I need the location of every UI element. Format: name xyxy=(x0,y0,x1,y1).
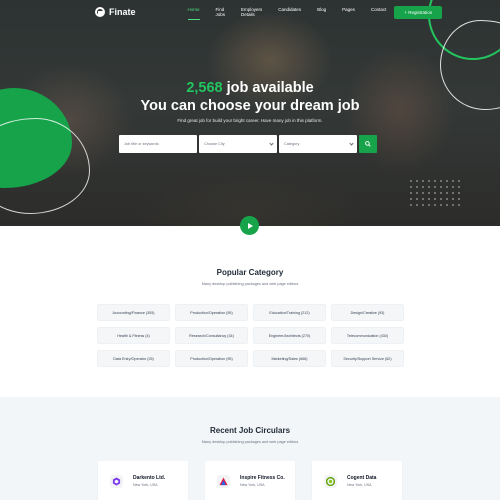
job-card[interactable]: Darkento Ltd. New York, USA xyxy=(98,461,188,500)
category-item[interactable]: Research/Consultancy (34) xyxy=(175,327,248,344)
triangle-logo-icon xyxy=(219,477,228,486)
company-name: Inspire Fitness Co. xyxy=(240,475,285,481)
hero-title-line2: You can choose your dream job xyxy=(140,98,360,114)
category-item[interactable]: Engineer/Architects (270) xyxy=(253,327,326,344)
search-icon xyxy=(365,141,371,147)
chevron-down-icon xyxy=(349,141,354,146)
brand-logo[interactable]: Finate xyxy=(95,7,136,17)
company-location: New York, USA xyxy=(240,483,265,487)
top-navigation: Finate Home Find Jobs Employers Details … xyxy=(0,0,500,24)
nav-item-employers-details[interactable]: Employers Details xyxy=(233,7,270,17)
logo-icon xyxy=(95,7,105,17)
search-button[interactable] xyxy=(359,135,377,153)
category-item[interactable]: Education/Training (212) xyxy=(253,304,326,321)
main-menu: Home Find Jobs Employers Details Candida… xyxy=(180,7,395,20)
job-card[interactable]: Cogent Data New York, USA xyxy=(312,461,402,500)
job-search-bar: Job title or keywords Choose City Catego… xyxy=(119,135,381,153)
registration-button[interactable]: + Registration xyxy=(394,5,443,19)
city-select-label: Choose City xyxy=(204,142,225,146)
category-item[interactable]: Production/Operation (95) xyxy=(175,304,248,321)
hexagon-logo-icon xyxy=(112,477,121,486)
hero-title: 2,568 job available You can choose your … xyxy=(0,79,500,115)
category-item[interactable]: Marketing/Sales (666) xyxy=(253,350,326,367)
keyword-input[interactable]: Job title or keywords xyxy=(119,135,197,153)
category-item[interactable]: Production/Operation (95) xyxy=(175,350,248,367)
job-card[interactable]: Inspire Fitness Co. New York, USA xyxy=(205,461,295,500)
company-logo xyxy=(324,475,337,488)
category-select[interactable]: Category xyxy=(279,135,357,153)
category-item[interactable]: Security/Support Service (62) xyxy=(331,350,404,367)
recent-jobs-subtitle: Many desktop publishing packages and web… xyxy=(201,440,299,444)
chevron-down-icon xyxy=(269,141,274,146)
city-select[interactable]: Choose City xyxy=(199,135,277,153)
company-location: New York, USA xyxy=(133,483,158,487)
hero-section: Finate Home Find Jobs Employers Details … xyxy=(0,0,500,226)
play-video-button[interactable] xyxy=(240,216,259,235)
popular-category-title: Popular Category xyxy=(216,268,284,277)
company-logo xyxy=(110,475,123,488)
nav-item-contact[interactable]: Contact xyxy=(363,7,395,17)
category-select-label: Category xyxy=(284,142,300,146)
category-grid: Accounting/Finance (305) Production/Oper… xyxy=(97,304,404,367)
hero-subtitle: Find great job for build your bright car… xyxy=(177,118,323,123)
nav-item-home[interactable]: Home xyxy=(180,7,208,20)
popular-category-subtitle: Many desktop publishing packages and web… xyxy=(201,282,299,286)
nav-item-candidates[interactable]: Candidates xyxy=(270,7,309,17)
recent-jobs-title: Recent Job Circulars xyxy=(209,426,291,435)
category-item[interactable]: Accounting/Finance (305) xyxy=(97,304,170,321)
nav-item-pages[interactable]: Pages xyxy=(334,7,363,17)
category-item[interactable]: Design/Creative (93) xyxy=(331,304,404,321)
company-location: New York, USA xyxy=(347,483,372,487)
category-item[interactable]: Data Entry/Operator (25) xyxy=(97,350,170,367)
job-count: 2,568 xyxy=(186,80,223,96)
brand-name: Finate xyxy=(109,7,136,17)
hero-title-rest: job available xyxy=(226,80,314,96)
company-name: Darkento Ltd. xyxy=(133,475,166,481)
category-item[interactable]: Health & Fitness (4) xyxy=(97,327,170,344)
circle-logo-icon xyxy=(326,477,335,486)
dot-pattern-decoration xyxy=(408,178,464,208)
category-item[interactable]: Telecommunication (430) xyxy=(331,327,404,344)
nav-item-find-jobs[interactable]: Find Jobs xyxy=(208,7,234,17)
company-logo xyxy=(217,475,230,488)
nav-item-blog[interactable]: Blog xyxy=(309,7,334,17)
company-name: Cogent Data xyxy=(347,475,377,481)
